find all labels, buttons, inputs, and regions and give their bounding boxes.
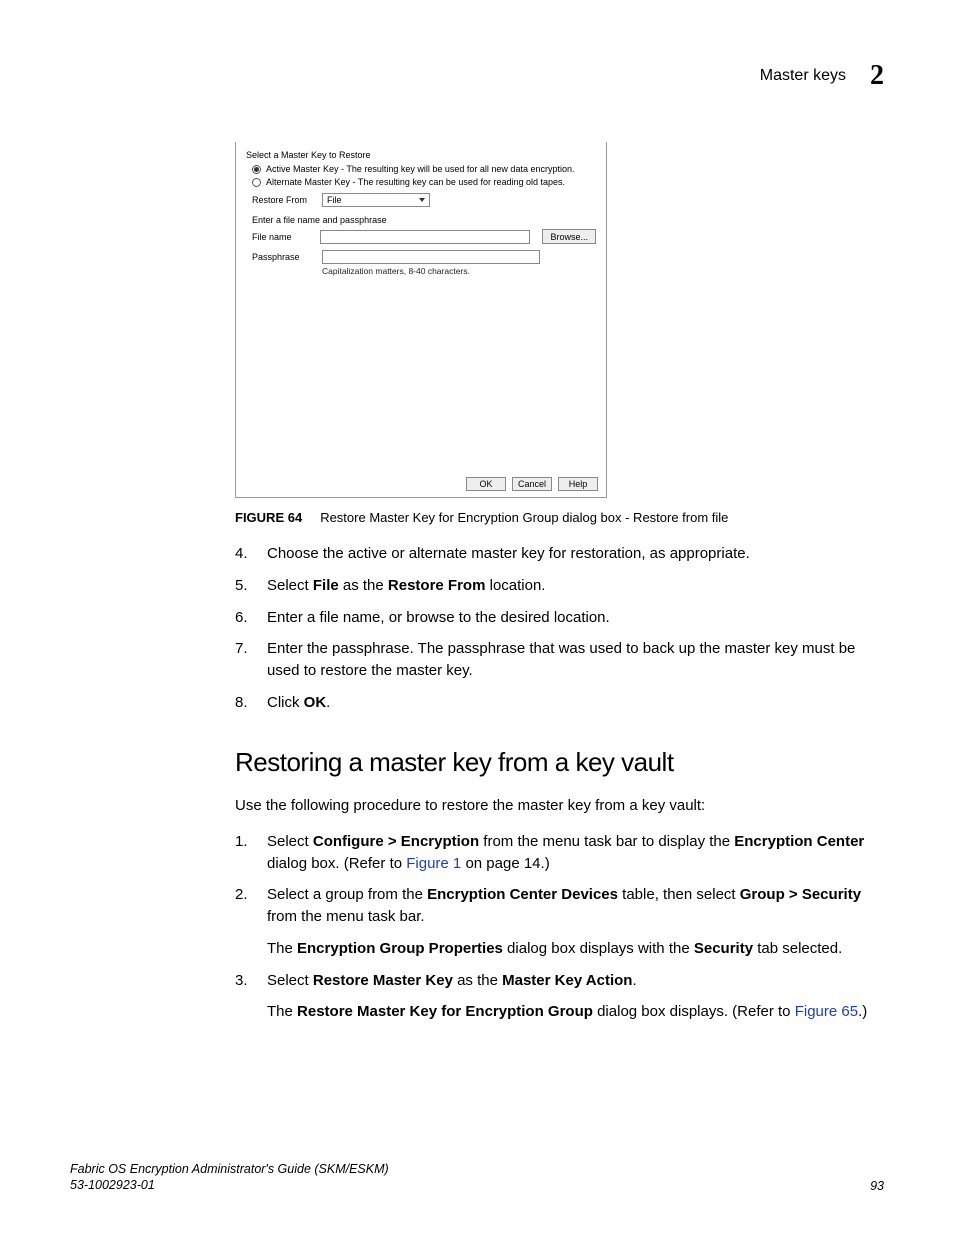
passphrase-hint: Capitalization matters, 8-40 characters. [322,266,596,276]
ok-button[interactable]: OK [466,477,506,491]
dialog-subhead: Enter a file name and passphrase [252,215,596,225]
step-bold: Encryption Center [734,833,864,850]
step-number: 4. [235,543,255,565]
step-text: on page 14.) [461,855,549,872]
step-bold: Configure > Encryption [313,833,479,850]
radio-icon-unselected [252,178,261,187]
section-intro: Use the following procedure to restore t… [235,795,884,817]
restore-from-dropdown[interactable]: File [322,193,430,207]
figure-caption: FIGURE 64 Restore Master Key for Encrypti… [235,510,884,525]
radio-icon-selected [252,165,261,174]
step-bold: Restore Master Key [313,972,453,989]
file-name-input[interactable] [320,230,531,244]
step-bold: Group > Security [740,886,861,903]
page-footer: Fabric OS Encryption Administrator's Gui… [70,1161,884,1194]
list-item: 1. Select Configure > Encryption from th… [235,831,884,875]
step-bold: Restore Master Key for Encryption Group [297,1003,593,1020]
step-text: . [632,972,636,989]
step-text: . [326,694,330,711]
step-text: from the menu task bar. [267,908,425,925]
step-number: 1. [235,831,255,875]
step-number: 3. [235,970,255,1024]
file-name-label: File name [252,232,314,242]
radio-alternate-master-key[interactable]: Alternate Master Key - The resulting key… [252,177,596,187]
list-item: 5. Select File as the Restore From locat… [235,575,884,597]
step-text: .) [858,1003,867,1020]
list-item: 4. Choose the active or alternate master… [235,543,884,565]
radio-active-label: Active Master Key - The resulting key wi… [266,164,574,174]
step-bold: OK [304,694,327,711]
step-text: Select a group from the [267,886,427,903]
restore-from-value: File [327,195,342,205]
header-chapter-number: 2 [870,60,884,92]
list-item: 3. Select Restore Master Key as the Mast… [235,970,884,1024]
step-bold: Encryption Center Devices [427,886,618,903]
list-item: 6. Enter a file name, or browse to the d… [235,607,884,629]
list-item: 2. Select a group from the Encryption Ce… [235,884,884,959]
step-bold: Restore From [388,577,486,594]
passphrase-input[interactable] [322,250,540,264]
step-number: 8. [235,692,255,714]
step-text: Click [267,694,304,711]
step-text: Choose the active or alternate master ke… [267,545,750,562]
footer-page-number: 93 [870,1179,884,1193]
step-text: Select [267,972,313,989]
step-text: from the menu task bar to display the [479,833,734,850]
list-item: 7. Enter the passphrase. The passphrase … [235,638,884,682]
figure-number: FIGURE 64 [235,510,302,525]
page-header: Master keys 2 [70,60,884,92]
step-text: table, then select [618,886,740,903]
step-text: Enter the passphrase. The passphrase tha… [267,640,855,679]
steps-list-a: 4. Choose the active or alternate master… [235,543,884,714]
step-text: Enter a file name, or browse to the desi… [267,609,610,626]
radio-active-master-key[interactable]: Active Master Key - The resulting key wi… [252,164,596,174]
section-heading: Restoring a master key from a key vault [235,744,884,782]
step-bold: Master Key Action [502,972,632,989]
step-text: location. [485,577,545,594]
step-text: Select [267,833,313,850]
link-figure-1[interactable]: Figure 1 [406,855,461,872]
step-text: Select [267,577,313,594]
link-figure-65[interactable]: Figure 65 [795,1003,858,1020]
restore-from-label: Restore From [252,195,316,205]
figure-text: Restore Master Key for Encryption Group … [320,510,728,525]
step-text: The [267,1003,297,1020]
list-item: 8. Click OK. [235,692,884,714]
step-bold: File [313,577,339,594]
step-text: dialog box displays with the [503,940,694,957]
browse-button[interactable]: Browse... [542,229,596,244]
step-text: tab selected. [753,940,842,957]
help-button[interactable]: Help [558,477,598,491]
step-text: dialog box. (Refer to [267,855,406,872]
step-text: The [267,940,297,957]
chevron-down-icon [419,198,425,202]
step-number: 2. [235,884,255,959]
cancel-button[interactable]: Cancel [512,477,552,491]
passphrase-label: Passphrase [252,252,316,262]
step-bold: Security [694,940,753,957]
step-number: 7. [235,638,255,682]
header-section-title: Master keys [760,67,846,85]
step-text: as the [453,972,502,989]
dialog-section-label: Select a Master Key to Restore [246,150,596,160]
step-number: 5. [235,575,255,597]
footer-doc-id: 53-1002923-01 [70,1177,389,1193]
step-number: 6. [235,607,255,629]
footer-doc-title: Fabric OS Encryption Administrator's Gui… [70,1161,389,1177]
step-text: dialog box displays. (Refer to [593,1003,795,1020]
steps-list-b: 1. Select Configure > Encryption from th… [235,831,884,1023]
step-bold: Encryption Group Properties [297,940,503,957]
step-text: as the [339,577,388,594]
radio-alternate-label: Alternate Master Key - The resulting key… [266,177,565,187]
restore-master-key-dialog: Select a Master Key to Restore Active Ma… [235,142,607,498]
